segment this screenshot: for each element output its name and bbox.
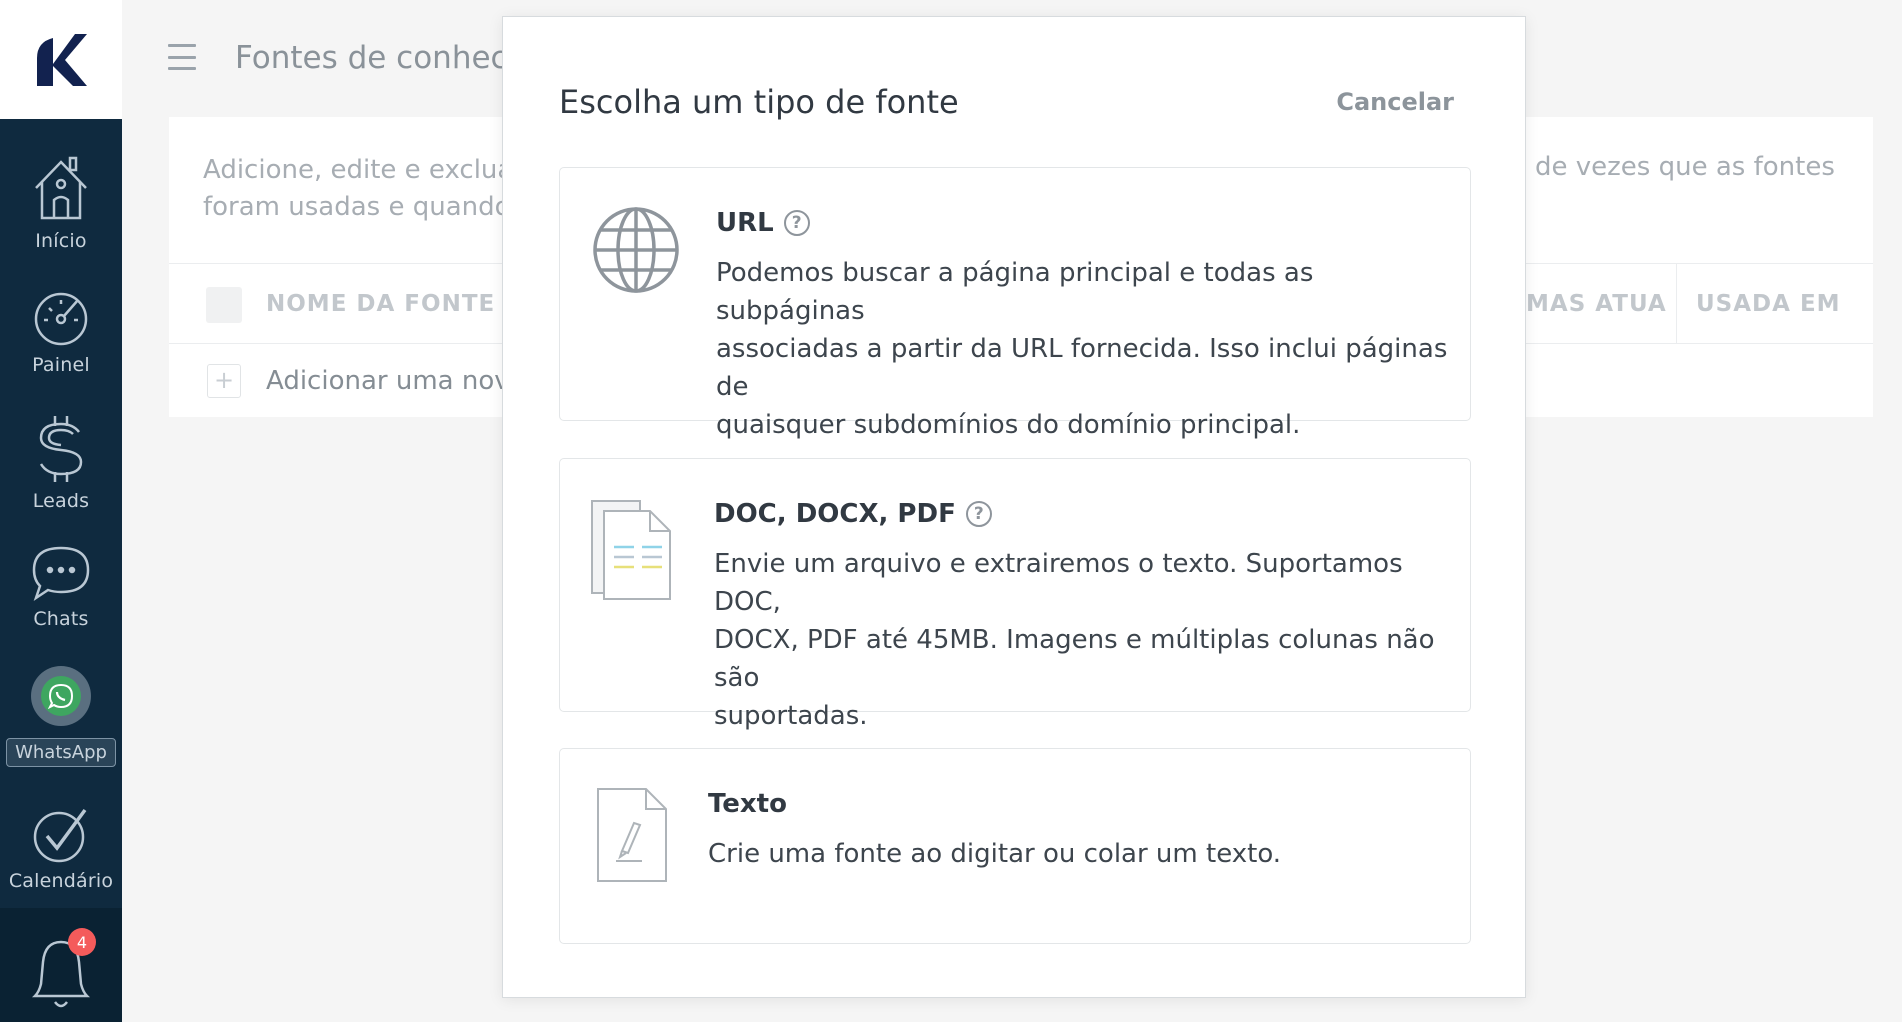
whatsapp-label: WhatsApp	[6, 738, 116, 767]
option-header: DOC, DOCX, PDF ?	[714, 499, 992, 529]
option-header: Texto	[708, 789, 787, 819]
option-description: Envie um arquivo e extrairemos o texto. …	[714, 549, 1435, 731]
source-option-url[interactable]: URL ? Podemos buscar a página principal …	[559, 167, 1471, 440]
globe-icon	[593, 207, 679, 293]
option-description: Podemos buscar a página principal e toda…	[716, 258, 1448, 440]
sidebar-item-label: Chats	[33, 608, 89, 630]
source-type-modal: Escolha um tipo de fonte Cancelar URL ? …	[502, 16, 1526, 998]
column-divider	[1676, 263, 1677, 343]
source-option-document[interactable]: DOC, DOCX, PDF ? Envie um arquivo e extr…	[559, 458, 1471, 731]
sidebar-item-label: Painel	[32, 354, 90, 376]
option-title: DOC, DOCX, PDF	[714, 499, 956, 529]
source-option-text[interactable]: Texto Crie uma fonte ao digitar ou colar…	[559, 748, 1471, 944]
add-icon[interactable]: +	[207, 364, 241, 398]
option-title: URL	[716, 208, 774, 238]
documents-icon	[591, 500, 671, 600]
sidebar-item-whatsapp[interactable]: WhatsApp	[0, 666, 122, 767]
select-all-checkbox[interactable]	[206, 287, 242, 323]
whatsapp-icon	[48, 683, 74, 709]
column-header-updated[interactable]: MAS ATUALI	[1526, 291, 1668, 317]
checkmark-icon	[33, 808, 87, 863]
logo-icon	[37, 33, 87, 86]
page-title: Fontes de conhecir	[235, 40, 503, 76]
sidebar: Início Painel Leads Chats WhatsApp Calen…	[0, 0, 122, 1022]
sidebar-item-chats[interactable]: Chats	[0, 544, 122, 630]
add-source-link[interactable]: Adicionar uma nova	[266, 366, 502, 396]
column-header-used-in[interactable]: USADA EM	[1696, 291, 1841, 317]
sidebar-item-label: Início	[35, 230, 87, 252]
cancel-button[interactable]: Cancelar	[1336, 88, 1454, 116]
chat-bubble-icon	[32, 546, 90, 602]
logo[interactable]	[0, 0, 122, 119]
sidebar-item-label: Calendário	[8, 870, 114, 892]
option-title: Texto	[708, 789, 787, 819]
dashboard-gauge-icon	[34, 292, 88, 346]
sidebar-item-painel[interactable]: Painel	[0, 290, 122, 376]
page-description-right: de vezes que as fontes	[1535, 152, 1835, 182]
dollar-icon	[39, 416, 83, 482]
help-icon[interactable]: ?	[965, 501, 992, 527]
menu-hamburger-icon[interactable]	[168, 44, 196, 70]
sidebar-item-leads[interactable]: Leads	[0, 412, 122, 512]
sidebar-item-calendario[interactable]: Calendário	[0, 806, 122, 892]
whatsapp-button[interactable]	[31, 666, 91, 726]
notifications-area[interactable]	[0, 908, 122, 1022]
help-icon[interactable]: ?	[783, 210, 810, 236]
notification-badge: 4	[68, 928, 96, 956]
column-header-name[interactable]: NOME DA FONTE	[266, 291, 495, 317]
page-description: Adicione, edite e exclua s foram usadas …	[203, 155, 503, 222]
home-icon	[35, 156, 87, 220]
sidebar-item-label: Leads	[32, 490, 90, 512]
sidebar-item-inicio[interactable]: Início	[0, 154, 122, 252]
option-description: Crie uma fonte ao digitar ou colar um te…	[708, 839, 1282, 869]
modal-title: Escolha um tipo de fonte	[559, 83, 959, 121]
text-file-pen-icon	[597, 788, 667, 882]
option-header: URL ?	[716, 208, 810, 238]
